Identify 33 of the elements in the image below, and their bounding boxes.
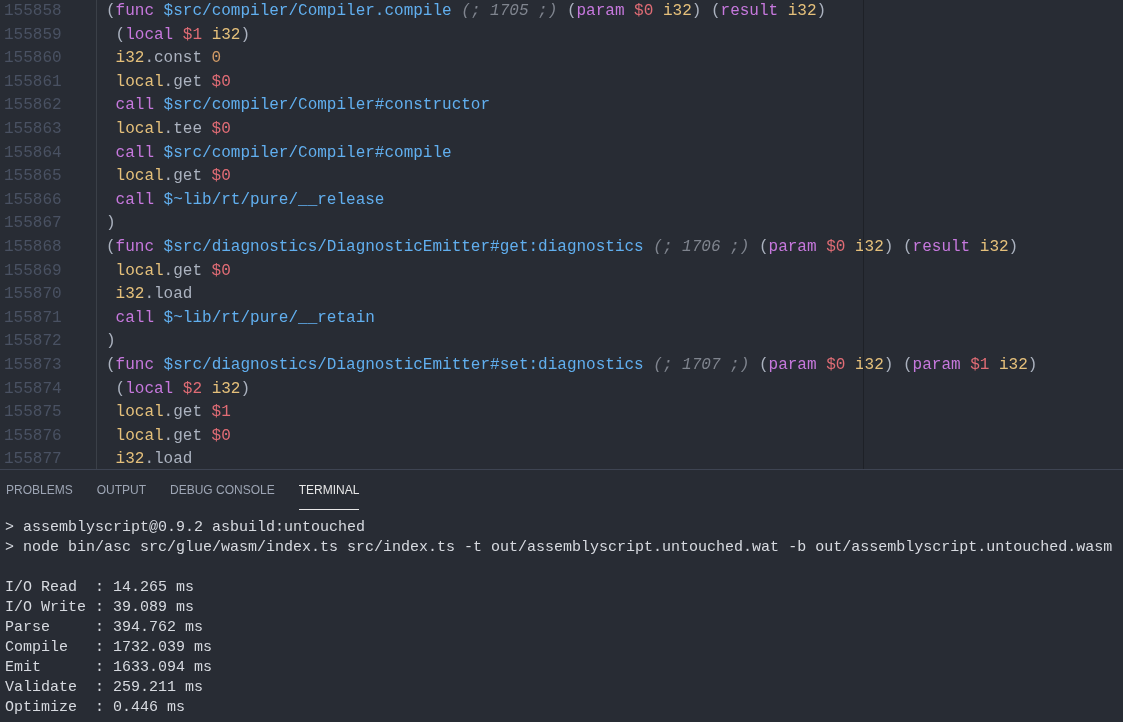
- code-line: local.get $0: [114, 260, 231, 282]
- terminal-line: Optimize : 0.446 ms: [5, 698, 186, 718]
- code-line: i32.load: [114, 284, 193, 306]
- code-line: call $src/compiler/Compiler#constructor: [114, 95, 491, 117]
- terminal-line: > node bin/asc src/glue/wasm/index.ts src/index.ts -t out/assemblyscript.untouched.wat -b out/assemblyscript.untouched.wasm: [5, 538, 1113, 558]
- panel-tab[interactable]: OUTPUT: [96, 470, 147, 510]
- panel-tab[interactable]: TERMINAL: [298, 470, 360, 510]
- code-line: (func $src/diagnostics/DiagnosticEmitter#get:diagnostics (; 1706 ;) (param $0 i32) (result i32): [106, 236, 1019, 258]
- code-line: local.get $0: [114, 425, 231, 447]
- terminal-line: I/O Write : 39.089 ms: [5, 598, 195, 618]
- terminal-line: > assemblyscript@0.9.2 asbuild:untouched: [5, 518, 366, 538]
- code-line: call $src/compiler/Compiler#compile: [114, 142, 452, 164]
- terminal-line: Emit : 1633.094 ms: [5, 658, 213, 678]
- code-line: (func $src/compiler/Compiler.compile (; 1705 ;) (param $0 i32) (result i32): [106, 1, 827, 22]
- code-line: local.tee $0: [114, 118, 231, 140]
- code-line: i32.const 0: [114, 48, 222, 70]
- terminal-line: I/O Read : 14.265 ms: [5, 578, 195, 598]
- panel-tab[interactable]: DEBUG CONSOLE: [170, 470, 275, 510]
- panel-tab[interactable]: PROBLEMS: [6, 470, 73, 510]
- terminal-line: Validate : 259.211 ms: [5, 678, 204, 698]
- code-line: local.get $0: [114, 71, 231, 93]
- code-line: (local $2 i32): [114, 378, 251, 400]
- terminal-line: Compile : 1732.039 ms: [5, 638, 213, 658]
- code-line: local.get $1: [114, 402, 231, 424]
- code-line: ): [106, 331, 116, 353]
- code-line: (func $src/diagnostics/DiagnosticEmitter#set:diagnostics (; 1707 ;) (param $0 i32) (param $1 i32): [106, 354, 1038, 376]
- code-line: local.get $0: [114, 166, 231, 188]
- code-line: i32.load: [114, 449, 193, 469]
- code-line: call $~lib/rt/pure/__release: [114, 189, 385, 211]
- terminal-line: Parse : 394.762 ms: [5, 618, 204, 638]
- code-line: (local $1 i32): [114, 24, 251, 46]
- code-line: ): [106, 213, 116, 235]
- code-line: call $~lib/rt/pure/__retain: [114, 307, 375, 329]
